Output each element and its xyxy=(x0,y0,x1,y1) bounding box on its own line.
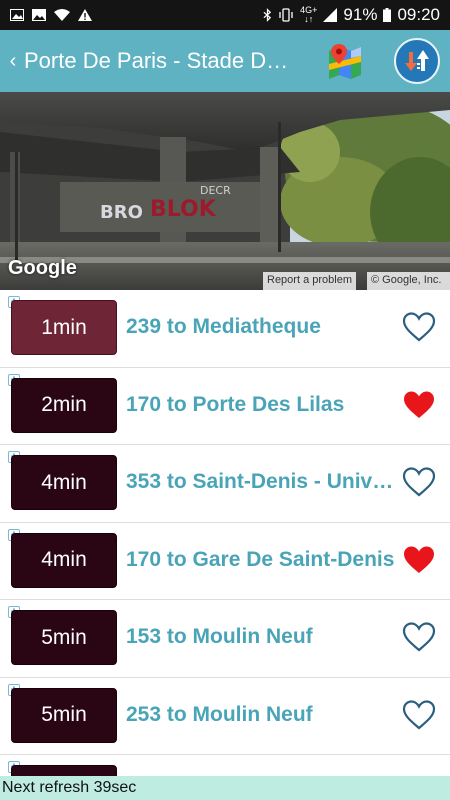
gallery-icon xyxy=(32,9,46,21)
list-item[interactable]: + 5min 253 to Moulin Neuf xyxy=(0,678,450,755)
chevron-left-icon[interactable]: ‹ xyxy=(2,30,24,92)
time-badge: 2min xyxy=(11,377,117,433)
time-badge: 5min xyxy=(11,687,117,743)
list-item[interactable]: + 5min 153 to Moulin Neuf xyxy=(0,600,450,678)
list-item[interactable]: + 4min 170 to Gare De Saint-Denis xyxy=(0,523,450,600)
map-icon xyxy=(329,44,361,79)
list-item[interactable]: + 1min 239 to Mediatheque xyxy=(0,290,450,368)
heart-outline-icon[interactable] xyxy=(402,467,436,497)
sort-button[interactable] xyxy=(394,38,440,84)
heart-outline-icon[interactable] xyxy=(402,699,436,730)
list-item[interactable]: + 4min 353 to Saint-Denis - Université xyxy=(0,445,450,523)
time-badge: 4min xyxy=(11,532,117,588)
route-label: 153 to Moulin Neuf xyxy=(126,625,313,648)
network-type: 4G+ ↓↑ xyxy=(300,5,318,24)
map-button[interactable] xyxy=(324,40,366,82)
route-label: 239 to Mediatheque xyxy=(126,315,321,338)
report-problem-link[interactable]: Report a problem xyxy=(263,272,356,290)
app-bar: ‹ Porte De Paris - Stade De France xyxy=(0,30,450,92)
route-label: 253 to Moulin Neuf xyxy=(126,702,313,726)
time-badge: 5min xyxy=(11,610,117,665)
svg-text:BLOK: BLOK xyxy=(150,197,217,222)
copyright-text: © Google, Inc. xyxy=(367,272,450,290)
time-badge: 1min xyxy=(11,300,117,355)
route-label: 170 to Porte Des Lilas xyxy=(126,392,345,416)
signal-icon xyxy=(323,8,338,22)
warning-icon xyxy=(78,9,92,21)
svg-text:DECR: DECR xyxy=(200,184,231,197)
bluetooth-icon xyxy=(263,8,272,22)
list-item[interactable]: + 2min 170 to Porte Des Lilas xyxy=(0,368,450,445)
route-label: 170 to Gare De Saint-Denis xyxy=(126,547,395,571)
departure-list: + 1min 239 to Mediatheque + 2min 170 to … xyxy=(0,290,450,776)
status-bar: 4G+ ↓↑ 91% 09:20 xyxy=(0,0,450,30)
google-logo: Google xyxy=(8,257,77,279)
wifi-icon xyxy=(54,9,70,21)
time-badge: 4min xyxy=(11,455,117,510)
time-badge xyxy=(11,765,117,776)
sort-arrows-icon xyxy=(405,50,429,71)
image-icon xyxy=(10,9,24,21)
refresh-status: Next refresh 39sec xyxy=(0,776,450,800)
battery-icon xyxy=(383,8,392,22)
heart-outline-icon[interactable] xyxy=(402,312,436,342)
battery-percent: 91% xyxy=(343,5,378,24)
list-item[interactable]: + xyxy=(0,755,450,776)
svg-text:BRO: BRO xyxy=(100,202,143,223)
heart-filled-icon[interactable] xyxy=(402,390,436,420)
heart-outline-icon[interactable] xyxy=(402,622,436,652)
vibrate-icon xyxy=(279,8,293,22)
route-label: 353 to Saint-Denis - Université xyxy=(126,470,396,493)
clock: 09:20 xyxy=(397,5,440,24)
street-view-image[interactable]: BLOK BRO DECR Google Report a problem © … xyxy=(0,92,450,290)
page-title: Porte De Paris - Stade De France xyxy=(24,48,294,73)
heart-filled-icon[interactable] xyxy=(402,545,436,575)
